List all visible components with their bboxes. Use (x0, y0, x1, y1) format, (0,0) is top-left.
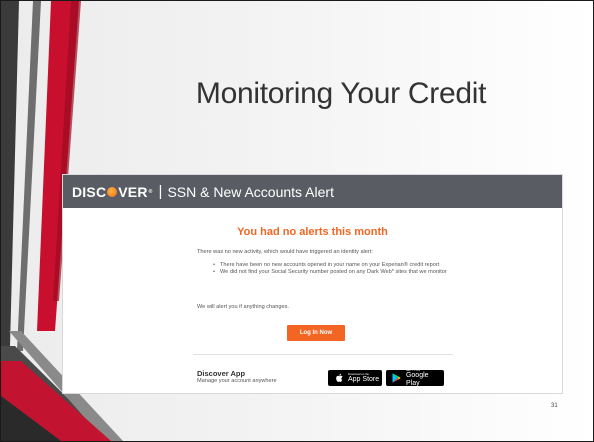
header-separator: | (158, 183, 163, 200)
discover-logo: DISC VER ® (72, 184, 153, 200)
list-item: We did not find your Social Security num… (213, 269, 463, 276)
logo-text-post: VER (118, 183, 148, 200)
app-title: Discover App (197, 369, 246, 378)
gplay-big-label: Google Play (405, 371, 429, 387)
app-store-button[interactable]: Download on the App Store (328, 370, 382, 386)
stripe-dark-left (1, 1, 19, 346)
appstore-big-label: App Store (348, 375, 380, 383)
google-play-icon (390, 372, 404, 384)
page-number: 31 (551, 403, 558, 409)
discover-orb-icon (107, 186, 118, 197)
alert-headline: You had no alerts this month (237, 226, 388, 238)
email-header: DISC VER ® | SSN & New Accounts Alert (63, 175, 562, 208)
slide-title: Monitoring Your Credit (195, 77, 487, 110)
logo-text-pre: DISC (72, 183, 107, 200)
apple-icon (332, 372, 346, 384)
intro-text: There was no new activity, which would h… (197, 249, 373, 255)
divider (193, 354, 453, 355)
logo-trademark: ® (148, 188, 153, 195)
google-play-button[interactable]: GET IT ON Google Play (386, 368, 444, 387)
bullet-list: There have been no new accounts opened i… (213, 262, 463, 276)
list-item: There have been no new accounts opened i… (213, 262, 463, 269)
email-screenshot: DISC VER ® | SSN & New Accounts Alert Yo… (62, 174, 563, 394)
log-in-button[interactable]: Log In Now (287, 325, 345, 341)
closing-text: We will alert you if anything changes. (197, 304, 289, 310)
slide: Monitoring Your Credit DISC VER ® | SSN … (0, 0, 594, 442)
app-subtitle: Manage your account anywhere (197, 378, 277, 384)
header-title: SSN & New Accounts Alert (167, 183, 334, 200)
stripe-gray (17, 1, 41, 351)
